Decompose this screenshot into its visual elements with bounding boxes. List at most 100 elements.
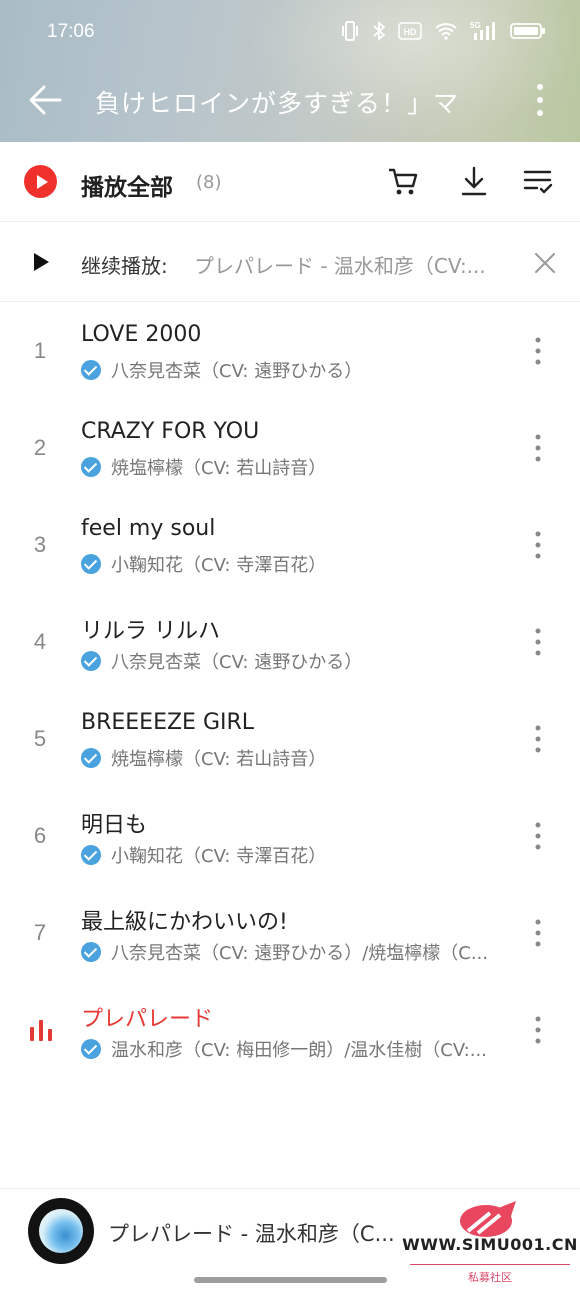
track-row[interactable]: 6 明日も 小鞠知花（CV: 寺澤百花） bbox=[0, 787, 580, 884]
track-row[interactable]: 5 BREEEEZE GIRL 焼塩檸檬（CV: 若山詩音） bbox=[0, 690, 580, 787]
cellular-icon: 5G bbox=[470, 20, 498, 42]
verified-icon bbox=[81, 554, 101, 574]
more-vertical-icon bbox=[535, 725, 541, 753]
track-meta: 小鞠知花（CV: 寺澤百花） bbox=[81, 842, 511, 868]
title-bar: 負けヒロインが多すぎる！」マ bbox=[0, 72, 580, 128]
verified-icon bbox=[81, 748, 101, 768]
track-meta: 八奈見杏菜（CV: 遠野ひかる） bbox=[81, 357, 511, 383]
track-row[interactable]: 1 LOVE 2000 八奈見杏菜（CV: 遠野ひかる） bbox=[0, 302, 580, 399]
status-icons: HD 5G bbox=[340, 20, 546, 42]
home-indicator[interactable] bbox=[194, 1277, 387, 1283]
track-artist: 焼塩檸檬（CV: 若山詩音） bbox=[111, 458, 327, 479]
track-title: プレパレード bbox=[81, 1007, 214, 1032]
back-button[interactable] bbox=[26, 80, 66, 120]
track-meta: 焼塩檸檬（CV: 若山詩音） bbox=[81, 454, 511, 480]
track-more-button[interactable] bbox=[528, 821, 548, 851]
track-more-button[interactable] bbox=[528, 724, 548, 754]
track-number: 5 bbox=[33, 726, 47, 751]
play-all-button[interactable] bbox=[24, 165, 57, 198]
more-vertical-icon bbox=[535, 628, 541, 656]
watermark: WWW.SIMU001.CN 私募社区 bbox=[400, 1197, 580, 1287]
track-number: 7 bbox=[33, 920, 47, 945]
mini-player-title: プレパレード - 温水和彦（C... bbox=[108, 1222, 395, 1246]
download-icon bbox=[461, 166, 487, 196]
list-check-icon bbox=[523, 170, 553, 194]
track-artist: 温水和彦（CV: 梅田修一朗）/温水佳樹（CV:... bbox=[111, 1040, 487, 1061]
more-vertical-icon bbox=[535, 337, 541, 365]
watermark-sub-text: 私募社区 bbox=[464, 1271, 516, 1284]
wifi-icon bbox=[434, 21, 458, 41]
track-row[interactable]: 2 CRAZY FOR YOU 焼塩檸檬（CV: 若山詩音） bbox=[0, 399, 580, 496]
verified-icon bbox=[81, 360, 101, 380]
buy-button[interactable] bbox=[386, 164, 420, 198]
track-row[interactable]: 7 最上級にかわいいの! 八奈見杏菜（CV: 遠野ひかる）/焼塩檸檬（C... bbox=[0, 884, 580, 981]
track-more-button[interactable] bbox=[528, 627, 548, 657]
track-list: 1 LOVE 2000 八奈見杏菜（CV: 遠野ひかる） 2 CRAZY FOR… bbox=[0, 302, 580, 1078]
verified-icon bbox=[81, 651, 101, 671]
watermark-sub: 私募社区 bbox=[400, 1269, 580, 1285]
track-row[interactable]: 4 リルラ リルハ 八奈見杏菜（CV: 遠野ひかる） bbox=[0, 593, 580, 690]
track-title: リルラ リルハ bbox=[81, 619, 220, 644]
download-button[interactable] bbox=[457, 164, 491, 198]
more-vertical-icon bbox=[535, 531, 541, 559]
track-count: (8) bbox=[196, 172, 222, 193]
track-artist: 八奈見杏菜（CV: 遠野ひかる）/焼塩檸檬（C... bbox=[111, 943, 488, 964]
verified-icon bbox=[81, 845, 101, 865]
close-icon bbox=[535, 253, 555, 273]
track-more-button[interactable] bbox=[528, 336, 548, 366]
play-all-label[interactable]: 播放全部 bbox=[81, 168, 173, 202]
track-artist: 八奈見杏菜（CV: 遠野ひかる） bbox=[111, 652, 363, 673]
track-meta: 温水和彦（CV: 梅田修一朗）/温水佳樹（CV:... bbox=[81, 1036, 511, 1062]
track-meta: 焼塩檸檬（CV: 若山詩音） bbox=[81, 745, 511, 771]
more-vertical-icon bbox=[535, 1016, 541, 1044]
more-vertical-icon bbox=[537, 84, 543, 116]
track-row[interactable]: 3 feel my soul 小鞠知花（CV: 寺澤百花） bbox=[0, 496, 580, 593]
verified-icon bbox=[81, 942, 101, 962]
verified-icon bbox=[81, 1039, 101, 1059]
equalizer-icon bbox=[28, 1017, 54, 1043]
track-number: 1 bbox=[33, 338, 47, 363]
track-title: BREEEEZE GIRL bbox=[81, 710, 255, 735]
track-more-button[interactable] bbox=[528, 918, 548, 948]
track-more-button[interactable] bbox=[528, 530, 548, 560]
track-artist: 八奈見杏菜（CV: 遠野ひかる） bbox=[111, 361, 363, 382]
network-label: 5G bbox=[470, 21, 481, 30]
multi-select-button[interactable] bbox=[521, 164, 555, 198]
track-title: 明日も bbox=[81, 813, 148, 838]
play-icon bbox=[32, 252, 50, 272]
track-artist: 小鞠知花（CV: 寺澤百花） bbox=[111, 846, 327, 867]
track-title: CRAZY FOR YOU bbox=[81, 419, 260, 444]
album-disc[interactable] bbox=[28, 1198, 94, 1264]
watermark-site: WWW.SIMU001.CN bbox=[402, 1235, 578, 1254]
more-vertical-icon bbox=[535, 434, 541, 462]
track-artist: 焼塩檸檬（CV: 若山詩音） bbox=[111, 749, 327, 770]
album-art bbox=[39, 1209, 83, 1253]
track-artist: 小鞠知花（CV: 寺澤百花） bbox=[111, 555, 327, 576]
more-vertical-icon bbox=[535, 919, 541, 947]
bluetooth-icon bbox=[372, 20, 386, 42]
status-time: 17:06 bbox=[47, 21, 95, 42]
track-meta: 八奈見杏菜（CV: 遠野ひかる）/焼塩檸檬（C... bbox=[81, 939, 511, 965]
close-resume-button[interactable] bbox=[533, 251, 557, 275]
track-number: 2 bbox=[33, 435, 47, 460]
arrow-left-icon bbox=[29, 85, 62, 115]
more-vertical-icon bbox=[535, 822, 541, 850]
track-more-button[interactable] bbox=[528, 433, 548, 463]
track-row-now-playing[interactable]: プレパレード 温水和彦（CV: 梅田修一朗）/温水佳樹（CV:... bbox=[0, 981, 580, 1078]
track-meta: 小鞠知花（CV: 寺澤百花） bbox=[81, 551, 511, 577]
hd-icon: HD bbox=[398, 21, 422, 41]
status-bar: 17:06 HD 5G bbox=[0, 0, 580, 66]
battery-icon bbox=[510, 21, 546, 41]
hd-label: HD bbox=[404, 27, 417, 37]
resume-row[interactable]: 继续播放: プレパレード - 温水和彦（CV:... bbox=[0, 222, 580, 302]
more-options-button[interactable] bbox=[528, 82, 552, 118]
resume-track: プレパレード - 温水和彦（CV:... bbox=[194, 254, 486, 278]
track-title: feel my soul bbox=[81, 516, 216, 541]
vibrate-icon bbox=[340, 20, 360, 42]
cart-icon bbox=[389, 168, 418, 195]
play-all-row: 播放全部 (8) bbox=[0, 142, 580, 222]
track-meta: 八奈見杏菜（CV: 遠野ひかる） bbox=[81, 648, 511, 674]
resume-label: 继续播放: bbox=[81, 254, 168, 278]
track-more-button[interactable] bbox=[528, 1015, 548, 1045]
verified-icon bbox=[81, 457, 101, 477]
